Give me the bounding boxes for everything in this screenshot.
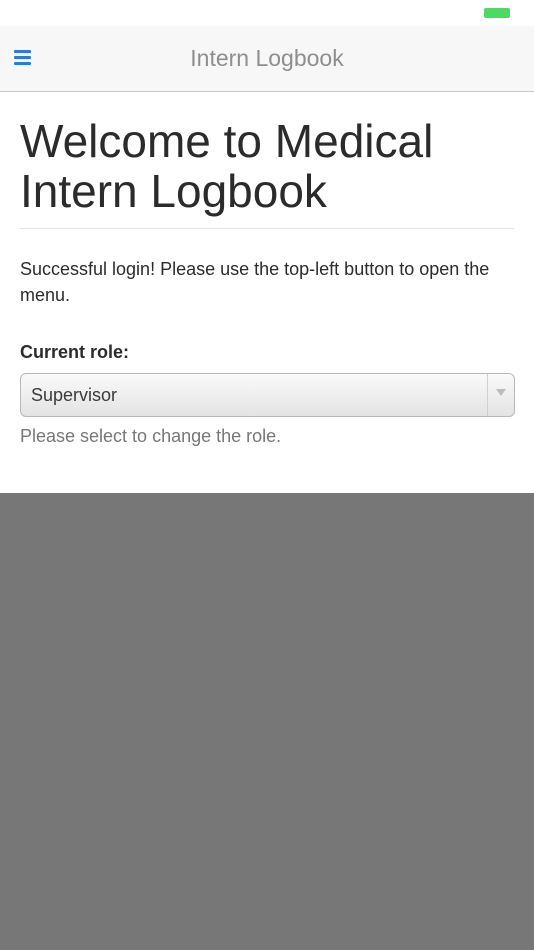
login-message: Successful login! Please use the top-lef… [20, 259, 490, 305]
select-arrow-box [487, 374, 514, 416]
empty-gray-area [0, 493, 534, 950]
header-title: Intern Logbook [190, 45, 344, 71]
page-title: Welcome to Medical Intern Logbook [20, 116, 514, 229]
main-content: Welcome to Medical Intern Logbook Succes… [0, 92, 534, 493]
role-select-value: Supervisor [31, 385, 118, 405]
role-help-text: Please select to change the role. [20, 426, 282, 446]
chevron-down-icon [496, 389, 506, 396]
header-bar: Intern Logbook [0, 26, 534, 92]
battery-icon [484, 8, 510, 18]
status-bar [0, 0, 534, 26]
current-role-label: Current role: [20, 342, 130, 362]
role-select[interactable]: Supervisor [20, 373, 515, 417]
